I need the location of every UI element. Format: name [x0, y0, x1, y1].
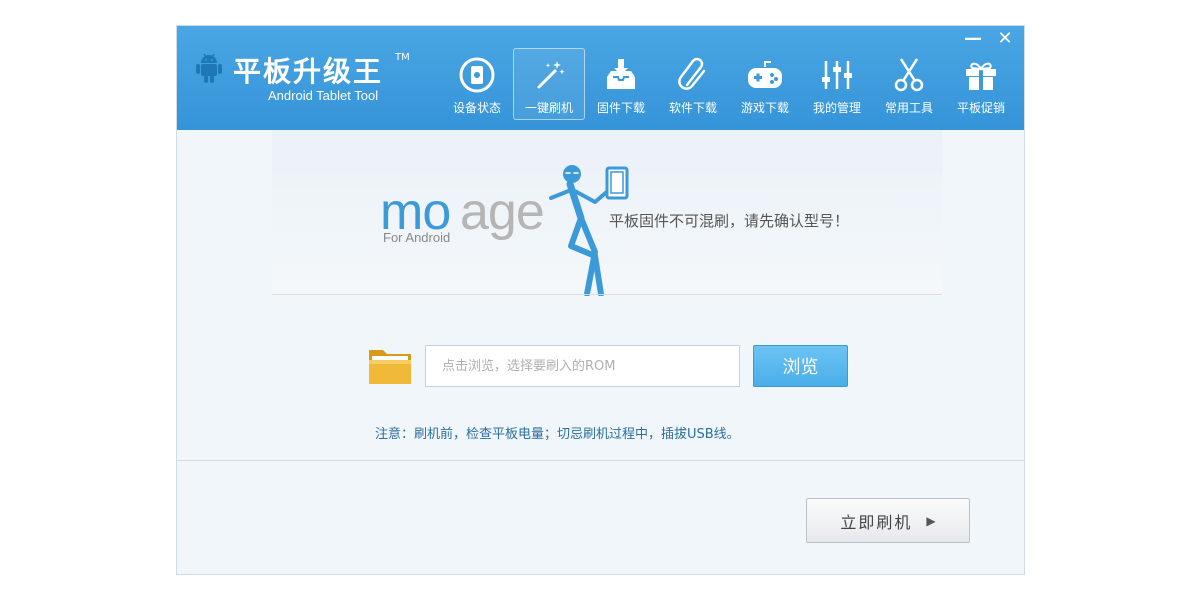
folder-icon[interactable] — [368, 344, 412, 386]
flash-now-button[interactable]: 立即刷机 ▶ — [806, 498, 970, 543]
trademark-mark: TM — [395, 52, 410, 63]
logo-subtitle: For Android — [383, 230, 451, 245]
app-subtitle: Android Tablet Tool — [268, 88, 379, 103]
warning-tagline: 平板固件不可混刷，请先确认型号！ — [609, 212, 850, 230]
nav-label: 我的管理 — [812, 101, 861, 115]
divider — [177, 460, 1024, 461]
nav-item-software-download[interactable]: 软件下载 — [657, 48, 729, 120]
divider — [272, 294, 942, 295]
nav-item-common-tools[interactable]: 常用工具 — [873, 48, 945, 120]
title-bar: — ✕ 平板升级王 TM Android Tablet Tool 设备状态 一键… — [177, 26, 1024, 130]
app-title: 平板升级王 — [233, 55, 384, 88]
logo-text-age: age — [460, 183, 545, 241]
gamepad-icon — [748, 61, 782, 88]
caution-notice: 注意：刷机前，检查平板电量；切忌刷机过程中，插拔USB线。 — [375, 427, 740, 442]
firmware-download-icon — [607, 59, 635, 89]
play-icon: ▶ — [926, 513, 936, 528]
magic-wand-icon — [537, 61, 565, 89]
nav-item-firmware-download[interactable]: 固件下载 — [585, 48, 657, 120]
device-status-icon — [459, 57, 495, 93]
nav-label: 固件下载 — [596, 101, 645, 115]
main-nav: 设备状态 一键刷机 固件下载 软件下载 游戏下载 我的管理 常用工具 平板促销 — [441, 48, 1017, 120]
sliders-icon — [822, 61, 852, 89]
nav-label: 一键刷机 — [524, 101, 573, 115]
scissors-icon — [894, 58, 924, 92]
nav-item-one-click-flash[interactable]: 一键刷机 — [513, 48, 585, 120]
close-button[interactable]: ✕ — [994, 28, 1016, 50]
paperclip-icon — [678, 57, 706, 90]
brand: 平板升级王 TM Android Tablet Tool — [195, 50, 425, 110]
nav-item-my-management[interactable]: 我的管理 — [801, 48, 873, 120]
nav-label: 软件下载 — [668, 101, 717, 115]
nav-item-game-download[interactable]: 游戏下载 — [729, 48, 801, 120]
gift-icon — [966, 62, 996, 90]
minimize-button[interactable]: — — [962, 28, 984, 50]
flash-now-label: 立即刷机 — [840, 512, 913, 532]
window-controls: — ✕ — [962, 28, 1016, 50]
nav-label: 设备状态 — [452, 101, 501, 115]
app-window: — ✕ 平板升级王 TM Android Tablet Tool 设备状态 一键… — [176, 25, 1025, 575]
nav-label: 常用工具 — [884, 101, 933, 115]
nav-item-device-status[interactable]: 设备状态 — [441, 48, 513, 120]
android-icon — [196, 53, 222, 83]
rom-path-input[interactable] — [425, 345, 740, 387]
nav-label: 游戏下载 — [740, 101, 789, 115]
nav-item-tablet-promotion[interactable]: 平板促销 — [945, 48, 1017, 120]
nav-label: 平板促销 — [956, 101, 1005, 115]
browse-button[interactable]: 浏览 — [753, 345, 848, 387]
